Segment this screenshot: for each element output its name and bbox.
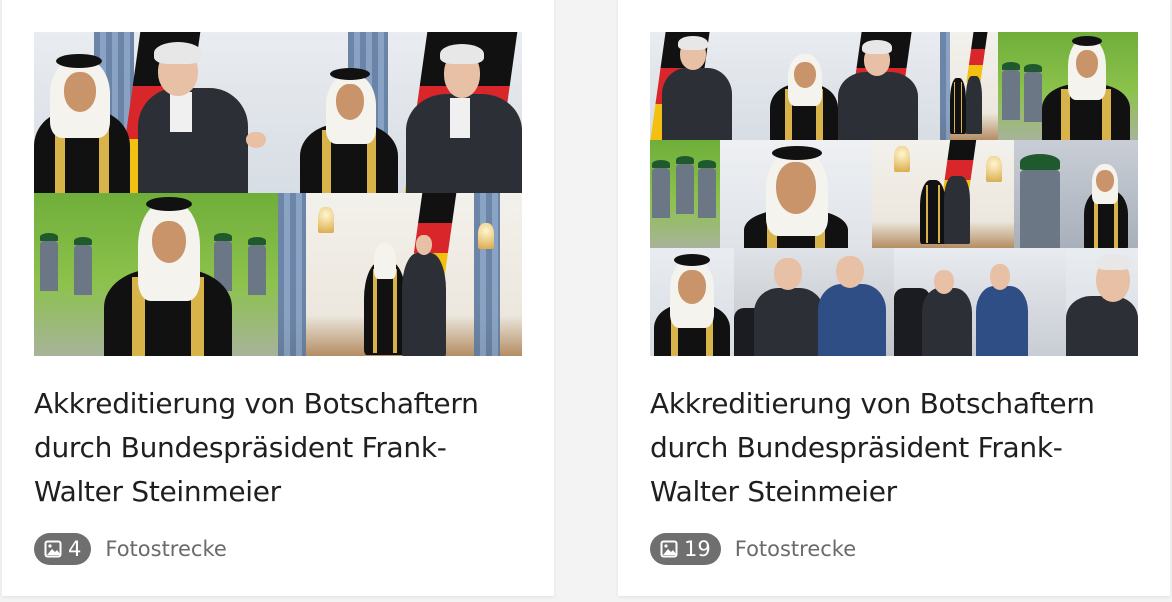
image-icon [660,540,678,558]
photo-tile [734,248,894,356]
photo-tile [650,140,720,248]
photo-tile [1066,248,1138,356]
content-type-label: Fotostrecke [105,537,227,561]
photo-tile [766,32,940,140]
photo-tile [650,248,734,356]
card-meta: 4 Fotostrecke [34,533,227,565]
gallery-card-2[interactable]: Akkreditierung von Botschaftern durch Bu… [618,0,1170,596]
photo-tile [894,248,1066,356]
photo-tile [1014,140,1138,248]
card-meta: 19 Fotostrecke [650,533,856,565]
card-title[interactable]: Akkreditierung von Botschaftern durch Bu… [34,382,534,514]
photo-tile [278,32,522,193]
content-type-label: Fotostrecke [734,537,857,561]
photo-count-badge: 4 [34,533,92,565]
photo-count-badge: 19 [650,533,721,565]
gallery-card-1[interactable]: Akkreditierung von Botschaftern durch Bu… [2,0,554,596]
photo-tile [940,32,998,140]
photo-tile [872,140,1014,248]
photo-mosaic[interactable] [650,32,1138,356]
photo-tile [278,193,522,356]
image-icon [44,540,62,558]
photo-tile [998,32,1138,140]
photo-tile [34,32,278,193]
photo-tile [650,32,766,140]
photo-mosaic[interactable] [34,32,522,356]
photo-count: 4 [68,537,82,561]
card-title[interactable]: Akkreditierung von Botschaftern durch Bu… [650,382,1150,514]
photo-tile [34,193,278,356]
photo-tile [720,140,872,248]
photo-count: 19 [684,537,711,561]
